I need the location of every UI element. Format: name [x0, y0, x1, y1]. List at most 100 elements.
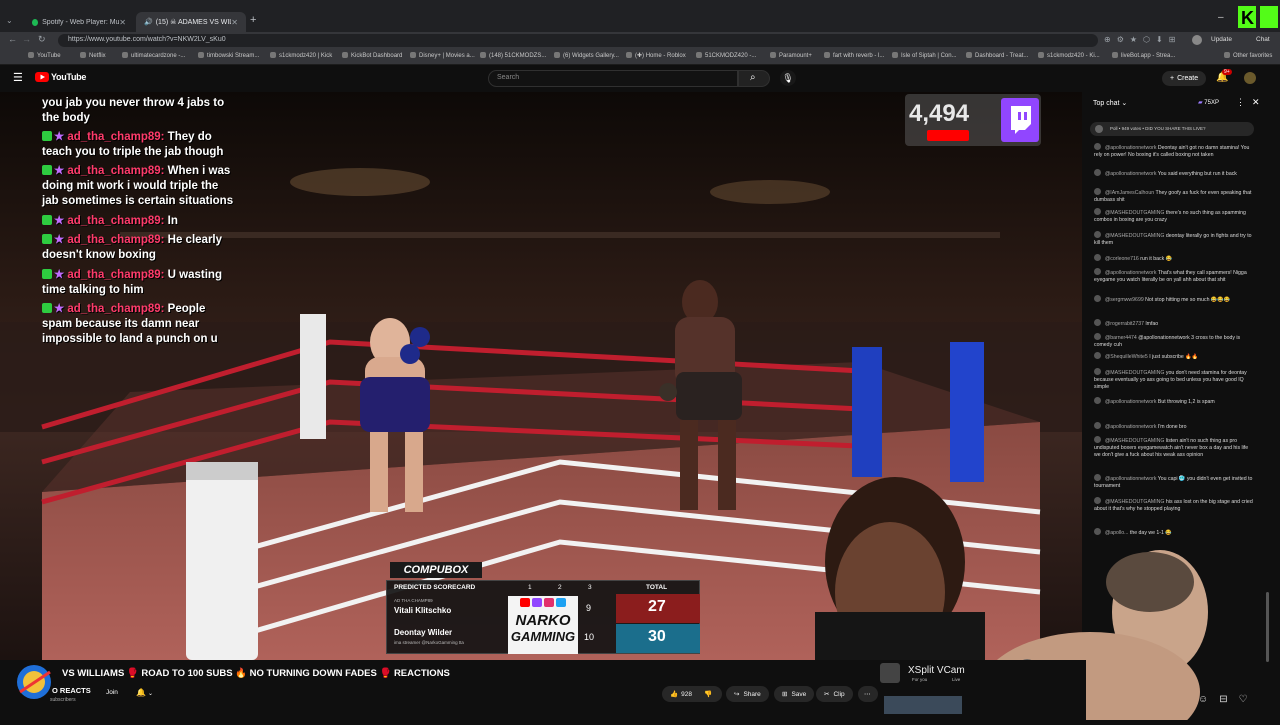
social-icons — [508, 598, 578, 612]
subscriber-count: subscribers — [50, 697, 76, 703]
narko-gamming-logo: NARKO GAMMING — [508, 596, 578, 654]
new-tab-button[interactable]: + — [250, 14, 256, 26]
clip-button[interactable]: ✂ Clip — [816, 686, 853, 702]
top-chat-dropdown[interactable]: Top chat ⌄ — [1093, 99, 1127, 107]
notification-count-badge: 9+ — [1222, 69, 1232, 75]
overlay-chat-line: teach you to triple the jab though — [42, 146, 224, 158]
other-favorites[interactable]: Other favorites — [1224, 52, 1272, 59]
check-badge-icon — [42, 303, 52, 313]
poll-icon — [1095, 125, 1103, 133]
tab-youtube[interactable]: 🔊 (15) ☠ ADAMES VS WILLIAMS ✕ — [136, 12, 246, 32]
more-actions-button[interactable]: ⋯ — [858, 686, 878, 702]
bookmark-item[interactable]: (6) Widgets Gallery... — [554, 52, 619, 59]
fighter1-tag: AD THA CHAMP89 — [394, 598, 433, 603]
address-bar-row: ← → ↻ https://www.youtube.com/watch?v=NK… — [0, 32, 1280, 49]
back-icon[interactable]: ← — [8, 34, 17, 44]
bookmark-item[interactable]: ultimatecardzone -... — [122, 52, 185, 59]
chat-message: @apollonationnetwork But throwing 1,2 is… — [1094, 397, 1254, 406]
poll-banner[interactable]: Poll • 949 votes • DID YOU SHARE THIS LI… — [1090, 122, 1254, 136]
bookmark-item[interactable]: 51CKMODZ420 -... — [696, 52, 756, 59]
chat-scrollbar[interactable] — [1266, 592, 1269, 662]
youtube-mini-logo — [927, 130, 969, 141]
bookmark-item[interactable]: timbowski Stream... — [198, 52, 259, 59]
bookmark-item[interactable]: s1ckmodz420 | Kick — [270, 52, 332, 59]
reload-icon[interactable]: ↻ — [38, 34, 46, 45]
kick-logo: K — [1236, 4, 1280, 30]
fighter1-total-value: 27 — [648, 598, 666, 615]
save-button[interactable]: ⊞ Save — [774, 686, 815, 702]
close-chat-icon[interactable]: ✕ — [1252, 97, 1260, 108]
overlay-chat-line: doesn't know boxing — [42, 249, 156, 261]
bookmark-item[interactable]: s1ckmodz420 - Ki... — [1038, 52, 1100, 59]
bookmark-item[interactable]: fart with reverb - l... — [824, 52, 884, 59]
share-button[interactable]: ↪ Share — [726, 686, 769, 702]
url-field[interactable]: https://www.youtube.com/watch?v=NKW2LV_s… — [58, 34, 1098, 47]
chat-footer-icons[interactable]: ☺⊟♡ — [1198, 694, 1259, 705]
channel-logo[interactable] — [12, 662, 58, 702]
tab-search-icon[interactable]: ⌄ — [6, 16, 13, 25]
check-badge-icon — [42, 131, 52, 141]
xp-badge: ▰ 75XP — [1198, 100, 1219, 106]
extensions-icons[interactable]: ⊕⚙★⬡⬇⊞ — [1104, 35, 1181, 44]
youtube-play-icon — [35, 72, 49, 82]
tab-close-icon[interactable]: ✕ — [119, 18, 126, 27]
bookmark-item[interactable]: Isle of Siptah | Con... — [892, 52, 957, 59]
profile-avatar[interactable] — [1192, 35, 1202, 45]
forward-icon[interactable]: → — [22, 34, 31, 44]
minimize-button[interactable]: – — [1218, 12, 1224, 23]
account-avatar[interactable] — [1244, 72, 1256, 84]
scorecard-header: PREDICTED SCORECARD — [394, 584, 476, 591]
join-button[interactable]: Join — [106, 689, 118, 696]
tab-title: (15) ☠ ADAMES VS WILLIAMS — [155, 19, 232, 26]
video-player[interactable]: you jab you never throw 4 jabs to the bo… — [0, 92, 1082, 660]
like-icon[interactable]: 👍 — [670, 690, 678, 698]
bookmark-item[interactable]: (✚) Home - Roblox — [626, 52, 686, 59]
tab-title: Spotify - Web Player: Music for e — [42, 18, 120, 26]
bookmark-item[interactable]: Netflix — [80, 52, 106, 59]
star-icon: ★ — [54, 234, 65, 246]
dislike-icon[interactable]: 👎 — [704, 690, 712, 698]
overlay-chat-line: ★ ad_tha_champ89: He clearly — [42, 233, 222, 248]
chat-message: @IAmJamesCalhoun They goofy as fuck for … — [1094, 188, 1252, 203]
chevron-down-icon: ⌄ — [147, 691, 153, 697]
like-count: 928 — [681, 690, 692, 698]
star-icon: ★ — [54, 303, 65, 315]
viewer-count: 4,494 — [909, 100, 970, 127]
mic-icon[interactable]: 🎙 — [780, 70, 796, 86]
share-icon: ↪ — [734, 691, 740, 698]
more-options-icon[interactable]: ⋮ — [1236, 97, 1245, 108]
bookmark-item[interactable]: Disney+ | Movies a... — [410, 52, 475, 59]
search-button[interactable]: ⌕ — [738, 70, 770, 87]
youtube-logo[interactable]: YouTube — [35, 72, 86, 82]
bookmark-item[interactable]: YouTube — [28, 52, 61, 59]
overlay-chat-line: jab sometimes is certain situations — [42, 195, 234, 207]
chat-button[interactable]: Chat — [1256, 36, 1270, 43]
bookmark-item[interactable]: Dashboard - Treat... — [966, 52, 1028, 59]
chat-message: @MASHEDOUTGAMING listen ain't no such th… — [1094, 436, 1249, 458]
fighter2-tag: ima streamer @NarkoGamming tta — [394, 640, 464, 645]
update-button[interactable]: Update — [1211, 36, 1232, 43]
chat-message: @MASHEDOUTGAMING you don't need stamina … — [1094, 368, 1247, 390]
channel-name[interactable]: O REACTS — [52, 686, 91, 695]
chat-message: @sergmww9699 Not stop hitting me so much… — [1094, 295, 1254, 304]
bookmark-item[interactable]: Paramount+ — [770, 52, 812, 59]
chat-message: @apollonationnetwork You said everything… — [1094, 169, 1254, 178]
check-badge-icon — [42, 234, 52, 244]
menu-icon[interactable]: ☰ — [13, 71, 23, 84]
xsplit-sub2: Live — [952, 677, 961, 682]
create-button[interactable]: + Create — [1162, 71, 1207, 86]
save-icon: ⊞ — [782, 691, 788, 698]
overlay-chat-line: ★ ad_tha_champ89: People — [42, 302, 205, 317]
overlay-chat-line: spam because its damn near — [42, 318, 200, 330]
bookmark-item[interactable]: (148) 51CKMODZS... — [480, 52, 546, 59]
video-thumbnail[interactable] — [884, 696, 962, 714]
bell-icon[interactable]: 🔔 ⌄ — [136, 688, 153, 697]
overlay-chat-line: ★ ad_tha_champ89: When i was — [42, 164, 230, 179]
bookmark-item[interactable]: liveBot.app - Strea... — [1112, 52, 1175, 59]
bookmark-item[interactable]: KickBot Dashboard — [342, 52, 402, 59]
search-input[interactable]: Search — [488, 70, 738, 87]
tab-close-icon[interactable]: ✕ — [231, 18, 238, 27]
chat-message: @apollonationnetwork Deontay ain't got n… — [1094, 143, 1250, 158]
like-dislike-group[interactable]: 👍 928 👎 — [662, 686, 722, 702]
tab-spotify[interactable]: Spotify - Web Player: Music for e ✕ — [24, 12, 134, 32]
